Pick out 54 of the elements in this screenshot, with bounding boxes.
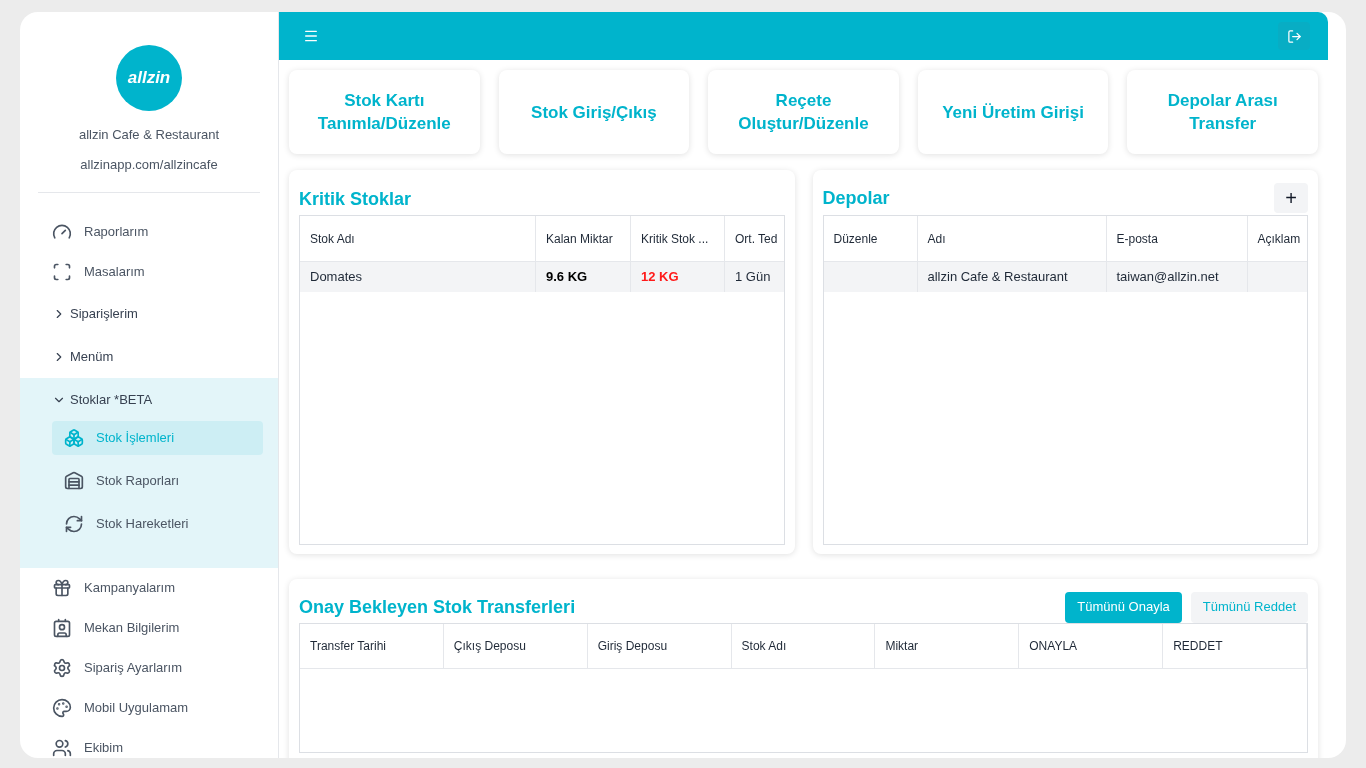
panel-title: Onay Bekleyen Stok Transferleri <box>299 595 576 619</box>
add-button[interactable]: + <box>1274 183 1308 213</box>
column-header: Kritik Stok ... <box>631 216 725 261</box>
column-header: Miktar <box>875 624 1020 668</box>
gauge-icon <box>52 222 72 242</box>
sidebar-group[interactable]: Menüm <box>20 335 278 378</box>
logout-icon <box>1286 28 1302 44</box>
sidebar-item[interactable]: Kampanyalarım <box>40 571 258 605</box>
panel-title: Kritik Stoklar <box>299 187 413 211</box>
refresh-icon <box>64 514 84 534</box>
business-url: allzinapp.com/allzincafe <box>80 155 218 174</box>
column-header: Stok Adı <box>300 216 536 261</box>
table-cell: taiwan@allzin.net <box>1106 262 1248 292</box>
people-icon <box>52 738 72 758</box>
column-header: Ort. Ted <box>725 216 784 261</box>
column-header: Kalan Miktar <box>536 216 631 261</box>
sidebar-group[interactable]: Stoklar *BETA <box>20 378 278 421</box>
column-header: Adı <box>917 216 1107 261</box>
column-header: Stok Adı <box>731 624 876 668</box>
column-header: E-posta <box>1106 216 1248 261</box>
column-header: Giriş Deposu <box>587 624 732 668</box>
sidebar-item[interactable]: Mekan Bilgilerim <box>40 611 258 645</box>
menu-button[interactable] <box>303 28 319 44</box>
table-cell: allzin Cafe & Restaurant <box>917 262 1107 292</box>
column-header: Transfer Tarihi <box>300 624 444 668</box>
table-cell: 1 Gün <box>725 262 784 292</box>
sidebar-group[interactable]: Siparişlerim <box>20 292 278 335</box>
warehouse-icon <box>64 471 84 491</box>
column-header: Açıklam <box>1247 216 1307 261</box>
palette-icon <box>52 698 72 718</box>
sidebar-item[interactable]: Raporlarım <box>40 215 258 249</box>
frame-icon <box>52 262 72 282</box>
gift-icon <box>52 578 72 598</box>
sidebar-item[interactable]: Ekibim <box>40 731 258 758</box>
column-header: Çıkış Deposu <box>443 624 588 668</box>
gears-icon <box>52 658 72 678</box>
column-header: Düzenle <box>823 216 918 261</box>
column-header: REDDET <box>1163 624 1307 668</box>
sidebar-item[interactable]: Stok Hareketleri <box>52 507 263 541</box>
table-cell: Domates <box>300 262 536 292</box>
sidebar-item[interactable]: Mobil Uygulamam <box>40 691 258 725</box>
sidebar-item[interactable]: Stok Raporları <box>52 464 263 498</box>
menu-icon <box>303 28 319 44</box>
contact-card-icon <box>52 618 72 638</box>
logout-button[interactable] <box>1278 22 1310 50</box>
boxes-icon <box>64 428 84 448</box>
table-cell: 12 KG <box>631 262 725 292</box>
table-cell: 9.6 KG <box>536 262 631 292</box>
sidebar-item[interactable]: Sipariş Ayarlarım <box>40 651 258 685</box>
logo: allzin <box>116 45 182 111</box>
panel-title: Depolar <box>822 186 890 210</box>
column-header: ONAYLA <box>1019 624 1164 668</box>
business-name: allzin Cafe & Restaurant <box>78 126 220 144</box>
sidebar-item[interactable]: Masalarım <box>40 255 258 289</box>
